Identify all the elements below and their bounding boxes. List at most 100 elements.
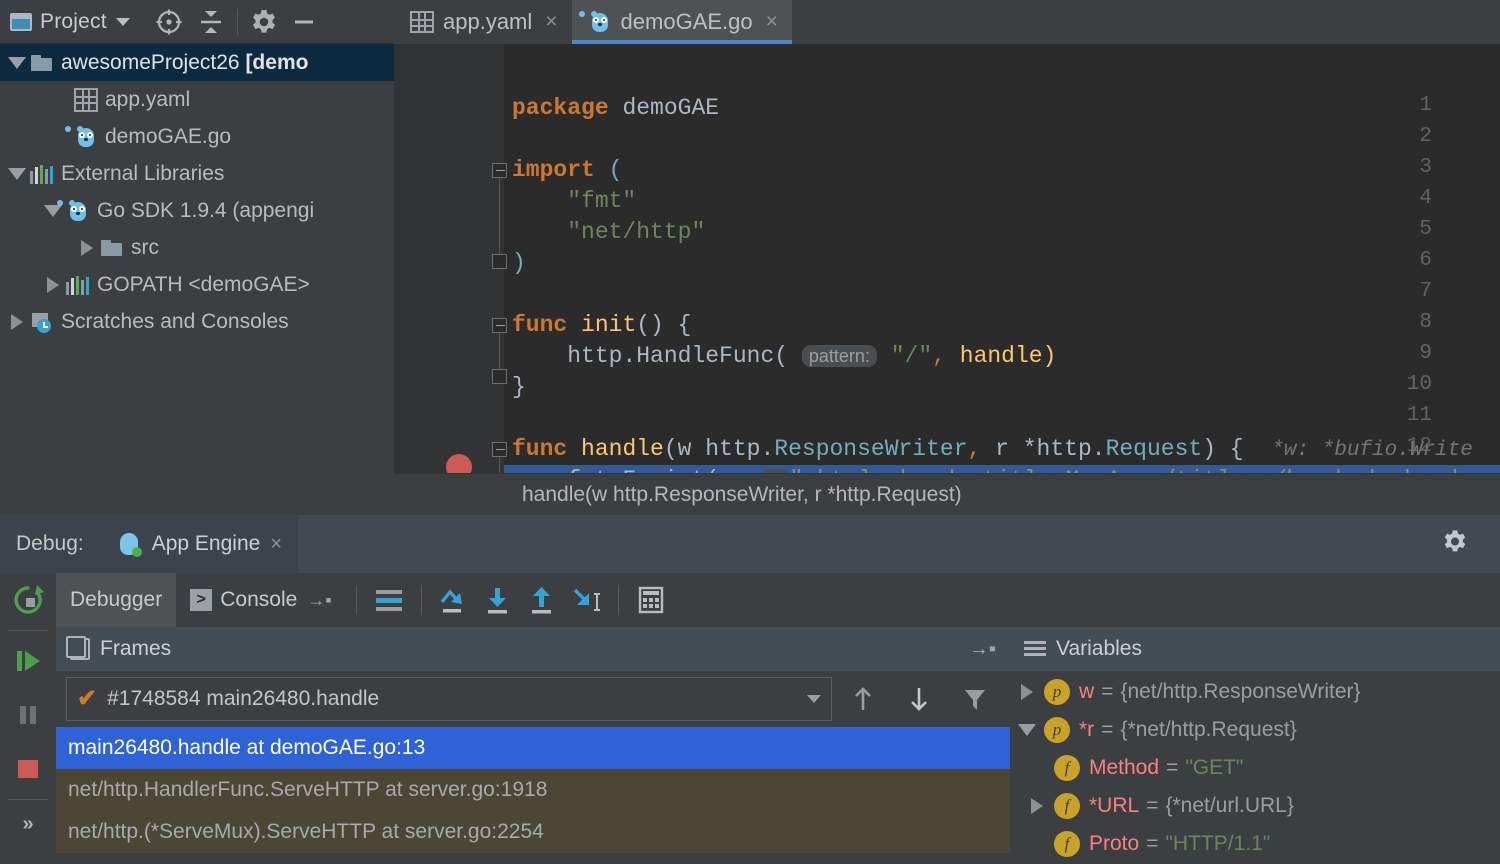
variable-value: {*net/http.Request} [1120,718,1297,741]
variable-row[interactable]: f Proto = "HTTP/1.1" [1010,825,1500,863]
variable-value: {net/http.ResponseWriter} [1120,680,1361,703]
debug-session-tab[interactable]: App Engine × [99,515,298,573]
variable-row[interactable]: p *r = {*net/http.Request} [1010,711,1500,749]
variables-list[interactable]: p w = {net/http.ResponseWriter} p *r = {… [1010,671,1500,863]
chevron-right-icon[interactable] [40,266,66,303]
frames-pane: Frames →▪ ✔ #1748584 main26480.handle ma… [56,627,1010,864]
stop-icon[interactable] [0,742,56,796]
close-icon[interactable]: × [545,10,557,34]
frames-header: Frames →▪ [56,627,1010,671]
gear-icon[interactable] [1442,529,1468,560]
code-editor[interactable]: 1 2 3 4 5 6 7 8 9 10 11 12 13 14 [394,44,1500,515]
rerun-icon[interactable] [0,573,56,627]
libraries-icon [66,275,90,295]
chevron-right-icon[interactable] [1010,684,1044,700]
tree-item-label: External Libraries [61,161,225,185]
yaml-file-icon [410,11,434,33]
tree-item-src[interactable]: src [0,229,394,266]
pin-icon[interactable]: →▪ [307,590,331,611]
variable-name: Method [1089,756,1160,779]
frames-list[interactable]: main26480.handle at demoGAE.go:13 net/ht… [56,727,1010,853]
filter-icon[interactable] [950,677,1000,721]
chevron-down-icon[interactable] [1010,724,1044,736]
frame-row[interactable]: main26480.handle at demoGAE.go:13 [56,727,1010,769]
chevron-right-icon[interactable] [74,229,100,266]
project-title-button[interactable]: Project [10,10,130,34]
debug-tabs-toolbar: Debugger > Console →▪ [56,573,1500,627]
resume-icon[interactable] [0,634,56,688]
chevron-down-icon[interactable] [4,155,30,192]
code-text[interactable]: package demoGAE import ( "fmt" "net/http… [504,44,1500,515]
scratches-icon [30,310,54,334]
tree-item-gopath[interactable]: GOPATH <demoGAE> [0,266,394,303]
equals-sign: = [1101,680,1114,703]
project-toolbar: Project [0,0,394,44]
variable-row[interactable]: p w = {net/http.ResponseWriter} [1010,673,1500,711]
run-to-cursor-icon[interactable] [564,578,608,622]
pin-icon[interactable]: →▪ [969,638,996,661]
variable-name: *URL [1089,794,1140,817]
variable-row[interactable]: f Method = "GET" [1010,749,1500,787]
breadcrumb[interactable]: handle(w http.ResponseWriter, r *http.Re… [394,473,1500,515]
thread-label: #1748584 main26480.handle [107,687,380,710]
code-line-10: } [512,374,526,400]
more-icon[interactable]: » [0,803,56,845]
frame-up-icon[interactable] [838,677,888,721]
collapse-all-icon[interactable] [194,5,228,39]
locate-icon[interactable] [152,5,186,39]
chevron-right-icon[interactable] [4,303,30,340]
field-badge-icon: f [1054,755,1080,781]
divider [8,630,48,631]
param-badge-icon: p [1044,717,1070,743]
folder-icon [100,236,124,260]
close-icon[interactable]: × [766,10,778,34]
variables-header: Variables [1010,627,1500,671]
tree-item-label: app.yaml [105,87,191,111]
tab-debugger[interactable]: Debugger [56,573,177,627]
tree-item-scratches[interactable]: Scratches and Consoles [0,303,394,340]
tree-item-project-root[interactable]: awesomeProject26 [demo [0,44,394,81]
evaluate-expression-icon[interactable] [629,578,673,622]
go-sdk-icon [57,199,90,223]
tab-demogae-go[interactable]: demoGAE.go × [571,0,793,44]
chevron-down-icon[interactable] [40,192,66,229]
step-over-icon[interactable] [432,578,476,622]
pause-icon[interactable] [0,688,56,742]
step-into-icon[interactable] [476,578,520,622]
tree-item-go-sdk[interactable]: Go SDK 1.9.4 (appengi [0,192,394,229]
chevron-down-icon[interactable] [807,695,821,703]
toolbar-divider [355,585,357,615]
tab-label: Console [220,588,298,611]
debug-tool-window: Debug: App Engine × » Debugger > Console… [0,515,1500,864]
frame-row[interactable]: net/http.HandlerFunc.ServeHTTP at server… [56,769,1010,811]
project-tree: awesomeProject26 [demo app.yaml demoGAE.… [0,44,394,340]
tree-item-app-yaml[interactable]: app.yaml [0,81,394,118]
chevron-right-icon[interactable] [1020,798,1054,814]
tree-item-label: demoGAE.go [105,124,232,148]
editor-gutter[interactable] [394,44,504,473]
tree-item-external-libraries[interactable]: External Libraries [0,155,394,192]
equals-sign: = [1166,756,1179,779]
frame-row[interactable]: net/http.(*ServeMux).ServeHTTP at server… [56,811,1010,853]
debug-header: Debug: App Engine × [0,515,1500,573]
variable-row[interactable]: f *URL = {*net/url.URL} [1010,787,1500,825]
minimize-icon[interactable] [287,5,321,39]
project-tool-window: Project awesomeProject26 [demo app.yaml … [0,0,394,515]
debug-session-controls: » [0,573,56,864]
mute-breakpoints-icon[interactable] [367,578,411,622]
toolbar-divider [236,8,238,35]
tree-item-demogae-go[interactable]: demoGAE.go [0,118,394,155]
step-out-icon[interactable] [520,578,564,622]
code-line-8: func init() { [512,312,692,338]
thread-select[interactable]: ✔ #1748584 main26480.handle [66,677,832,721]
close-icon[interactable]: × [270,533,282,556]
go-file-icon [65,125,98,149]
editor-area: app.yaml × demoGAE.go × 1 2 3 4 5 6 7 8 … [394,0,1500,515]
tab-app-yaml[interactable]: app.yaml × [394,0,572,44]
gear-icon[interactable] [247,5,281,39]
tab-console[interactable]: > Console →▪ [176,573,345,627]
chevron-down-icon[interactable] [4,44,30,81]
frame-down-icon[interactable] [894,677,944,721]
chevron-down-icon[interactable] [115,17,130,26]
